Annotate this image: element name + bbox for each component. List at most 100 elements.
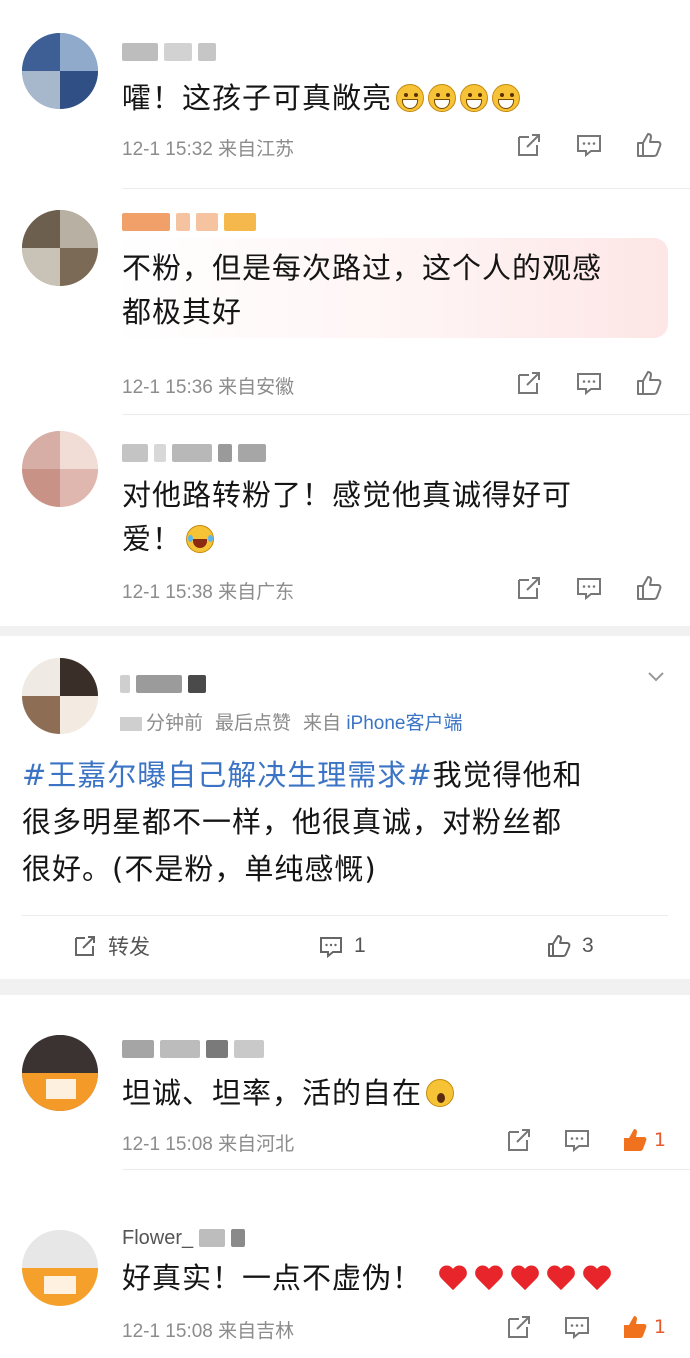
comment-divider (122, 1169, 690, 1170)
like-icon[interactable] (634, 130, 664, 160)
chevron-down-icon[interactable] (646, 666, 666, 686)
comment-actions (514, 573, 664, 603)
comment-text-line: 对他路转粉了！感觉他真诚得好可 (122, 478, 573, 512)
reply-icon[interactable] (574, 130, 604, 160)
post-meta: 分钟前 最后点赞 来自 iPhone客户端 (120, 708, 463, 735)
post-divider (22, 915, 668, 916)
like-count: 3 (582, 934, 594, 957)
comment-location: 来自广东 (218, 582, 295, 603)
like-button[interactable]: 1 (620, 1125, 666, 1155)
username-blurred[interactable] (122, 40, 216, 64)
heart-emoji-icon (510, 1264, 540, 1292)
like-icon[interactable] (634, 368, 664, 398)
avatar[interactable] (22, 658, 98, 734)
comment-item: 对他路转粉了！感觉他真诚得好可 爱！ 12-1 15:38 来自广东 (0, 415, 690, 625)
comment-item: 嚯！这孩子可真敞亮 12-1 15:32 来自江苏 (0, 0, 690, 190)
username-blurred[interactable] (120, 672, 206, 696)
like-count: 1 (653, 1129, 666, 1151)
username-blurred[interactable] (122, 210, 256, 234)
comment-date: 12-1 15:08 (122, 1134, 213, 1155)
share-icon[interactable] (514, 573, 544, 603)
reply-icon[interactable] (574, 573, 604, 603)
avatar[interactable] (22, 33, 98, 109)
repost-icon (75, 936, 95, 956)
share-icon[interactable] (514, 368, 544, 398)
comment-location: 来自吉林 (218, 1321, 295, 1342)
comment-count: 1 (354, 934, 366, 957)
share-icon[interactable] (514, 130, 544, 160)
comment-date: 12-1 15:36 (122, 377, 213, 398)
avatar[interactable] (22, 1035, 98, 1111)
comment-meta: 12-1 15:38 来自广东 (122, 577, 294, 604)
comment-text: 嚯！这孩子可真敞亮 (122, 76, 666, 120)
heart-emoji-icon (582, 1264, 612, 1292)
like-count: 1 (653, 1316, 666, 1338)
comment-text: 对他路转粉了！感觉他真诚得好可 爱！ (122, 473, 666, 561)
comment-actions: 1 (504, 1312, 666, 1342)
comment-item: 坦诚、坦率，活的自在 12-1 15:08 来自河北 1 (0, 995, 690, 1170)
weibo-post: 分钟前 最后点赞 来自 iPhone客户端 #王嘉尔曝自己解决生理需求#我觉得他… (0, 636, 690, 979)
username-text: Flower_ (122, 1226, 194, 1249)
avatar[interactable] (22, 1230, 98, 1306)
grin-emoji-icon (460, 84, 489, 112)
comment-location: 来自安徽 (218, 377, 295, 398)
comment-location: 来自江苏 (218, 139, 295, 160)
like-icon (548, 935, 571, 957)
comment-text: 好真实！一点不虚伪！ (122, 1256, 666, 1300)
comment-text-line: 爱！ (122, 522, 183, 556)
like-icon[interactable] (634, 573, 664, 603)
post-text: #王嘉尔曝自己解决生理需求#我觉得他和 很多明星都不一样，他很真诚，对粉丝都 很… (22, 752, 668, 893)
scream-emoji-icon (426, 1079, 455, 1107)
comment-date: 12-1 15:32 (122, 139, 213, 160)
post-source-link[interactable]: iPhone客户端 (346, 713, 462, 734)
comment-meta: 12-1 15:08 来自河北 (122, 1129, 294, 1156)
comment-text: 不粉，但是每次路过，这个人的观感 都极其好 (122, 246, 666, 334)
share-icon[interactable] (504, 1125, 534, 1155)
reply-icon[interactable] (574, 368, 604, 398)
grin-emoji-icon (396, 84, 425, 112)
post-last-like: 最后点赞 (215, 713, 292, 734)
comment-actions (514, 368, 664, 398)
heart-emoji-icon (438, 1264, 468, 1292)
username-blurred[interactable] (122, 1037, 264, 1061)
avatar[interactable] (22, 210, 98, 286)
username-blurred[interactable] (122, 441, 266, 465)
post-text-line: 很多明星都不一样，他很真诚，对粉丝都 (22, 805, 563, 839)
comment-button[interactable]: 1 (318, 933, 366, 959)
comment-item: 不粉，但是每次路过，这个人的观感 都极其好 12-1 15:36 来自安徽 (0, 190, 690, 415)
comment-actions (514, 130, 664, 160)
post-source: 来自 iPhone客户端 (303, 713, 463, 734)
section-gap (0, 626, 690, 636)
comment-text-body: 好真实！一点不虚伪！ (122, 1261, 423, 1295)
comment-text-body: 嚯！这孩子可真敞亮 (122, 81, 393, 115)
liked-icon (620, 1312, 650, 1342)
username-blurred[interactable]: Flower_ (122, 1226, 246, 1250)
post-time: 分钟前 (120, 708, 203, 735)
heart-emoji-icon (474, 1264, 504, 1292)
like-button[interactable]: 3 (546, 933, 594, 959)
comment-text-body: 坦诚、坦率，活的自在 (122, 1076, 423, 1110)
comment-text-line: 不粉，但是每次路过，这个人的观感 (122, 251, 603, 285)
reply-icon[interactable] (562, 1125, 592, 1155)
comment-date: 12-1 15:38 (122, 582, 213, 603)
comment-meta: 12-1 15:08 来自吉林 (122, 1316, 294, 1343)
laugh-emoji-icon (186, 525, 215, 553)
like-button[interactable]: 1 (620, 1312, 666, 1342)
repost-label: 转发 (108, 936, 150, 959)
reply-icon[interactable] (562, 1312, 592, 1342)
grin-emoji-icon (492, 84, 521, 112)
post-action-bar: 转发 1 3 (0, 928, 690, 964)
grin-emoji-icon (428, 84, 457, 112)
avatar[interactable] (22, 431, 98, 507)
comment-item: Flower_ 好真实！一点不虚伪！ 12-1 15:08 来自吉林 1 (0, 1200, 690, 1358)
comment-meta: 12-1 15:36 来自安徽 (122, 372, 294, 399)
repost-button[interactable]: 转发 (72, 931, 150, 961)
hashtag-link[interactable]: #王嘉尔曝自己解决生理需求# (22, 758, 433, 792)
comment-icon (320, 937, 342, 959)
post-text-line: 很好。(不是粉，单纯感慨) (22, 852, 377, 886)
comment-divider (122, 188, 690, 189)
comment-text-line: 都极其好 (122, 295, 243, 329)
comment-actions: 1 (504, 1125, 666, 1155)
share-icon[interactable] (504, 1312, 534, 1342)
heart-emoji-icon (546, 1264, 576, 1292)
